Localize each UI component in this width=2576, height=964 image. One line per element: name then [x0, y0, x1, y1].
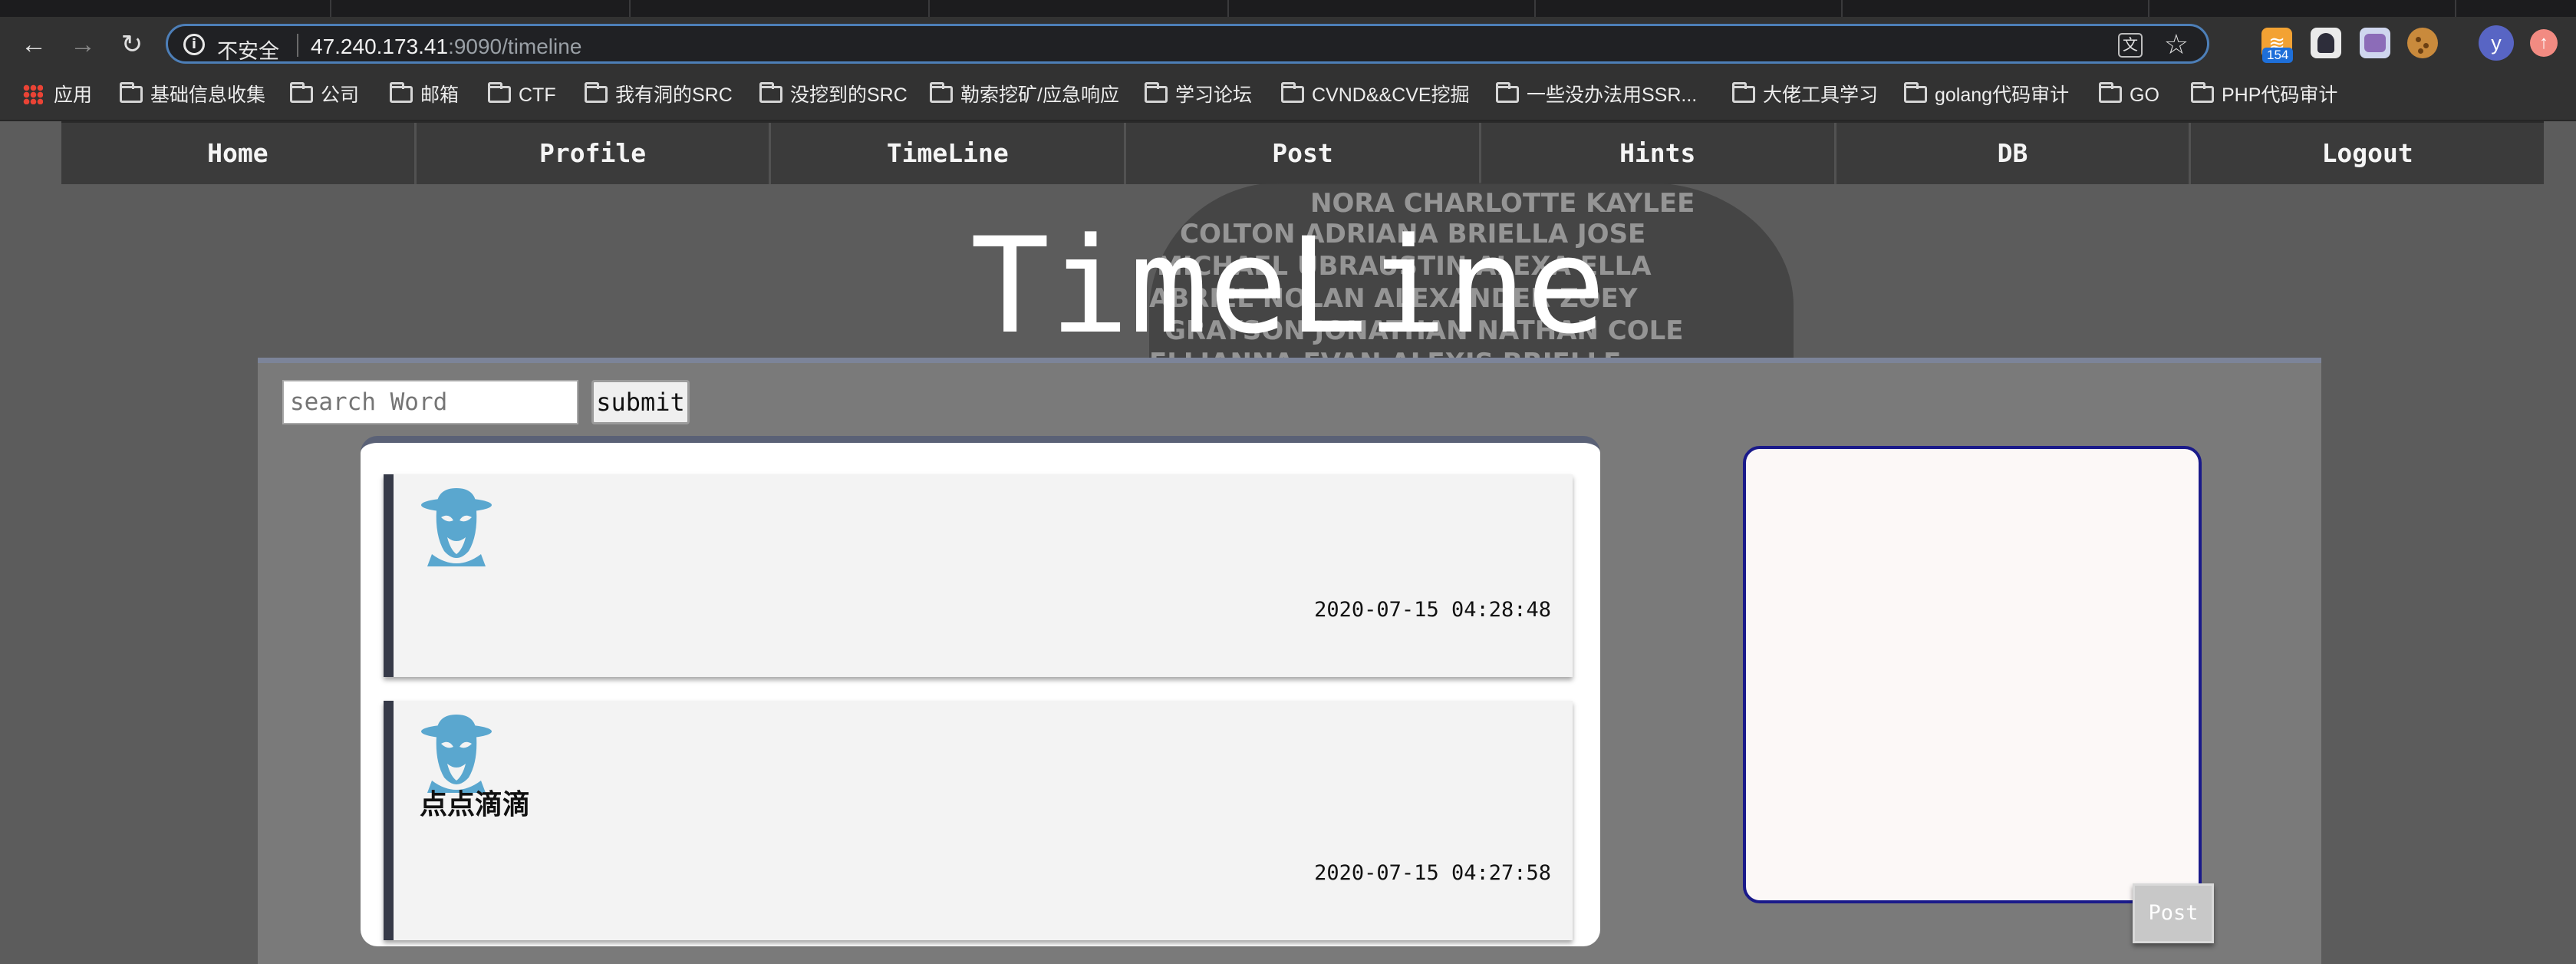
timeline-content-panel: submit 2020-07-15 04:28:48	[258, 358, 2321, 964]
bookmark-folder[interactable]: PHP代码审计	[2191, 81, 2337, 109]
timeline-post[interactable]: 点点滴滴 2020-07-15 04:27:58	[384, 701, 1573, 940]
folder-icon	[585, 82, 608, 104]
nav-home[interactable]: Home	[61, 123, 417, 184]
nav-db[interactable]: DB	[1836, 123, 2192, 184]
folder-icon	[2099, 82, 2122, 104]
tab[interactable]	[330, 0, 331, 17]
timeline-post[interactable]: 2020-07-15 04:28:48	[384, 474, 1573, 677]
info-icon[interactable]: i	[183, 34, 205, 55]
bookmark-folder[interactable]: CVND&&CVE挖掘	[1281, 81, 1470, 109]
folder-icon	[930, 82, 953, 104]
tab[interactable]	[2148, 0, 2149, 17]
nav-logout[interactable]: Logout	[2191, 123, 2544, 184]
back-arrow-icon[interactable]: ←	[17, 28, 51, 61]
folder-icon	[1281, 82, 1304, 104]
bookmark-folder[interactable]: 学习论坛	[1145, 81, 1252, 109]
rss-unread-badge: 154	[2262, 48, 2294, 63]
bookmark-folder[interactable]: CTF	[488, 81, 556, 109]
timeline-list: 2020-07-15 04:28:48 点点滴滴 2020-07-15 04:2…	[361, 436, 1600, 946]
folder-icon	[1732, 82, 1755, 104]
translate-icon[interactable]: 文	[2118, 33, 2143, 58]
site-nav: Home Profile TimeLine Post Hints DB Logo…	[61, 121, 2544, 184]
folder-icon	[1496, 82, 1519, 104]
nav-timeline[interactable]: TimeLine	[771, 123, 1127, 184]
anonymous-avatar-icon	[421, 488, 492, 566]
url-text[interactable]: 47.240.173.41:9090/timeline	[311, 35, 581, 59]
bookmark-folder[interactable]: 没挖到的SRC	[759, 81, 908, 109]
tab[interactable]	[1534, 0, 1536, 17]
address-separator	[297, 34, 298, 57]
folder-icon	[1145, 82, 1168, 104]
folder-icon	[1904, 82, 1927, 104]
bookmark-folder[interactable]: 我有洞的SRC	[585, 81, 733, 109]
url-path: :9090/timeline	[448, 35, 582, 58]
cookie-extension-icon[interactable]	[2407, 28, 2438, 58]
forward-arrow-icon[interactable]: →	[66, 28, 100, 61]
web-page: Home Profile TimeLine Post Hints DB Logo…	[0, 121, 2576, 964]
anime-extension-icon[interactable]	[2360, 28, 2390, 58]
post-timestamp: 2020-07-15 04:28:48	[1314, 598, 1551, 622]
search-input[interactable]	[282, 380, 578, 424]
bookmark-apps[interactable]: 应用	[23, 81, 92, 109]
submit-button[interactable]: submit	[591, 380, 690, 424]
folder-icon	[2191, 82, 2214, 104]
nav-post[interactable]: Post	[1126, 123, 1481, 184]
update-icon[interactable]: ↑	[2530, 29, 2558, 57]
profile-avatar[interactable]: y	[2479, 25, 2514, 61]
tab[interactable]	[1841, 0, 1843, 17]
bookmark-folder[interactable]: GO	[2099, 81, 2159, 109]
bookmark-folder[interactable]: 一些没办法用SSR...	[1496, 81, 1697, 109]
bookmark-folder[interactable]: 邮箱	[390, 81, 459, 109]
apps-grid-icon	[23, 84, 43, 105]
bookmark-folder[interactable]: 公司	[290, 81, 359, 109]
page-title: TimeLine	[970, 209, 1606, 363]
ghost-extension-icon[interactable]	[2311, 28, 2341, 58]
url-host: 47.240.173.41	[311, 35, 449, 58]
security-label[interactable]: 不安全	[217, 35, 279, 64]
post-timestamp: 2020-07-15 04:27:58	[1314, 861, 1551, 885]
bookmark-folder[interactable]: golang代码审计	[1904, 81, 2069, 109]
bookmarks-bar: 应用 基础信息收集 公司 邮箱 CTF 我有洞的SRC 没挖到的SRC 勒索挖矿…	[0, 71, 2576, 121]
post-composer-textarea[interactable]	[1743, 446, 2202, 903]
bookmark-folder[interactable]: 勒索挖矿/应急响应	[930, 81, 1119, 109]
bookmark-folder[interactable]: 基础信息收集	[120, 81, 265, 109]
post-text: 点点滴滴	[420, 789, 531, 820]
bookmark-star-icon[interactable]: ☆	[2164, 29, 2189, 60]
tab[interactable]	[928, 0, 930, 17]
browser-toolbar: ← → ↻ i 不安全 47.240.173.41:9090/timeline …	[0, 17, 2576, 71]
post-button[interactable]: Post	[2133, 883, 2214, 943]
tab[interactable]	[1227, 0, 1229, 17]
folder-icon	[120, 82, 143, 104]
tab[interactable]	[2455, 0, 2456, 17]
bookmark-folder[interactable]: 大佬工具学习	[1732, 81, 1878, 109]
reload-icon[interactable]: ↻	[115, 28, 149, 61]
tab-strip	[0, 0, 2576, 17]
folder-icon	[488, 82, 511, 104]
tab[interactable]	[629, 0, 631, 17]
anonymous-avatar-icon	[421, 715, 492, 793]
folder-icon	[759, 82, 782, 104]
nav-hints[interactable]: Hints	[1481, 123, 1836, 184]
folder-icon	[290, 82, 313, 104]
address-bar[interactable]: i 不安全 47.240.173.41:9090/timeline 文 ☆	[166, 24, 2209, 64]
folder-icon	[390, 82, 413, 104]
nav-profile[interactable]: Profile	[417, 123, 772, 184]
